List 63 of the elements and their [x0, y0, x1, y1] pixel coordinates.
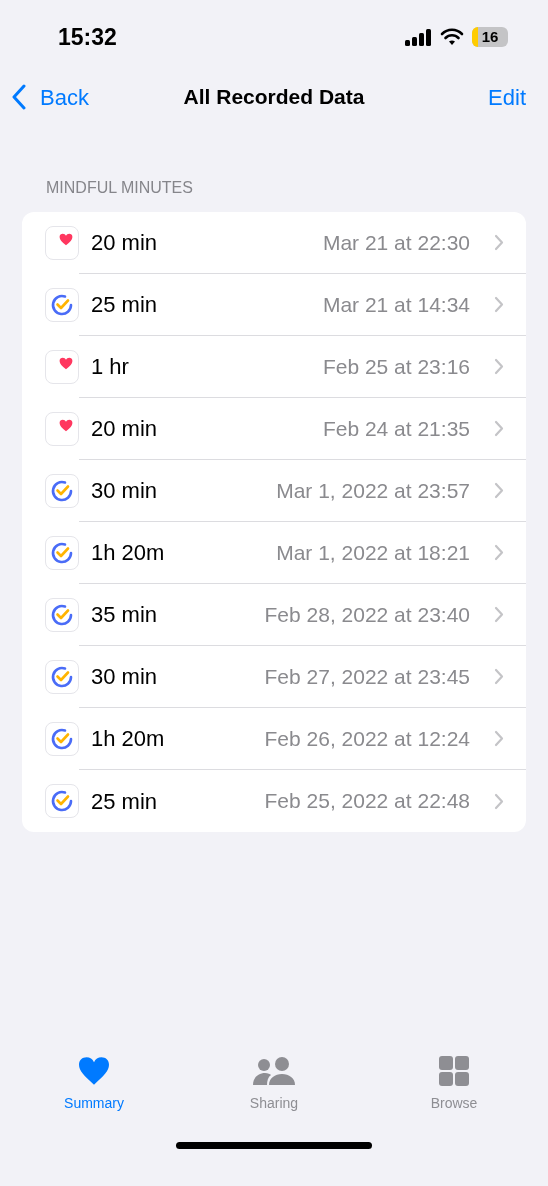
date-label: Feb 25, 2022 at 22:48 [264, 788, 470, 815]
chevron-right-icon [494, 358, 504, 375]
people-icon [252, 1056, 296, 1086]
check-circle-app-icon [45, 288, 79, 322]
duration-label: 20 min [91, 229, 158, 257]
duration-label: 1h 20m [91, 725, 165, 753]
record-row[interactable]: 30 min Mar 1, 2022 at 23:57 [22, 460, 526, 522]
record-row[interactable]: 1h 20m Feb 26, 2022 at 12:24 [22, 708, 526, 770]
record-row[interactable]: 25 min Feb 25, 2022 at 22:48 [22, 770, 526, 832]
chevron-right-icon [494, 544, 504, 561]
record-row[interactable]: 20 min Feb 24 at 21:35 [22, 398, 526, 460]
record-row[interactable]: 35 min Feb 28, 2022 at 23:40 [22, 584, 526, 646]
duration-label: 30 min [91, 663, 158, 691]
chevron-right-icon [494, 606, 504, 623]
record-row[interactable]: 30 min Feb 27, 2022 at 23:45 [22, 646, 526, 708]
date-label: Feb 27, 2022 at 23:45 [264, 663, 470, 690]
duration-label: 30 min [91, 477, 158, 505]
status-time: 15:32 [58, 22, 117, 52]
chevron-right-icon [494, 792, 504, 810]
signal-icon [405, 28, 432, 46]
date-label: Mar 21 at 14:34 [322, 291, 470, 318]
chevron-right-icon [494, 730, 504, 747]
check-circle-app-icon [45, 474, 79, 508]
date-label: Feb 25 at 23:16 [322, 353, 470, 380]
duration-label: 25 min [91, 787, 158, 816]
chevron-right-icon [494, 234, 504, 251]
heart-app-icon [45, 412, 79, 446]
record-row[interactable]: 20 min Mar 21 at 22:30 [22, 212, 526, 274]
check-circle-app-icon [45, 784, 79, 818]
page-title: All Recorded Data [183, 84, 365, 111]
check-circle-app-icon [45, 536, 79, 570]
duration-label: 1 hr [91, 353, 129, 381]
tab-bar-item[interactable]: Summary [29, 1055, 159, 1114]
check-circle-app-icon [45, 660, 79, 694]
duration-label: 35 min [91, 601, 158, 629]
date-label: Feb 28, 2022 at 23:40 [264, 601, 470, 628]
record-row[interactable]: 1h 20m Mar 1, 2022 at 18:21 [22, 522, 526, 584]
date-label: Feb 26, 2022 at 12:24 [264, 725, 470, 752]
chevron-right-icon [494, 668, 504, 685]
check-circle-app-icon [45, 598, 79, 632]
grid-icon [439, 1056, 469, 1086]
date-label: Feb 24 at 21:35 [322, 415, 470, 442]
back-button[interactable]: Back [12, 80, 89, 114]
duration-label: 25 min [91, 291, 158, 319]
chevron-right-icon [494, 420, 504, 437]
battery-indicator: 16 [472, 27, 508, 47]
record-row[interactable]: 1 hr Feb 25 at 23:16 [22, 336, 526, 398]
heart-app-icon [45, 350, 79, 384]
duration-label: 20 min [91, 415, 158, 443]
section-header: MINDFUL MINUTES [45, 178, 194, 198]
chevron-right-icon [494, 482, 504, 499]
chevron-left-icon [12, 84, 26, 110]
date-label: Mar 21 at 22:30 [322, 229, 470, 256]
heart-app-icon [45, 226, 79, 260]
check-circle-app-icon [45, 722, 79, 756]
heart-icon [77, 1056, 111, 1086]
date-label: Mar 1, 2022 at 18:21 [276, 539, 470, 566]
chevron-right-icon [494, 296, 504, 313]
edit-button[interactable]: Edit [488, 80, 536, 114]
wifi-icon [440, 28, 464, 46]
duration-label: 1h 20m [91, 539, 165, 567]
record-row[interactable]: 25 min Mar 21 at 14:34 [22, 274, 526, 336]
date-label: Mar 1, 2022 at 23:57 [276, 477, 470, 504]
